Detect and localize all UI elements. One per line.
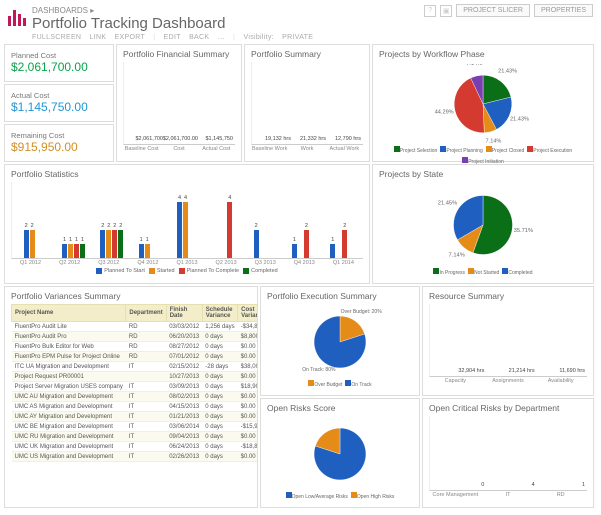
topbar: DASHBOARDS ▸ Portfolio Tracking Dashboar… xyxy=(0,0,601,36)
properties-button[interactable]: PROPERTIES xyxy=(534,4,593,17)
variances-table: Project NameDepartmentFinish DateSchedul… xyxy=(11,304,258,462)
table-row[interactable]: FluentPro Audit LiteRD03/03/20121,256 da… xyxy=(12,322,259,332)
table-row[interactable]: UMC US Migration and DevelopmentIT02/26/… xyxy=(12,452,259,462)
link-fullscreen[interactable]: FULLSCREEN xyxy=(32,34,81,41)
table-row[interactable]: Project Server Migration USES companyIT0… xyxy=(12,382,259,392)
link-back[interactable]: BACK xyxy=(189,34,209,41)
variances-title: Portfolio Variances Summary xyxy=(11,291,251,301)
link-export[interactable]: EXPORT xyxy=(115,34,145,41)
table-row[interactable]: FluentPro Audit ProRD06/20/20130 days$8,… xyxy=(12,332,259,342)
link-link[interactable]: LINK xyxy=(90,34,107,41)
card-execution: Portfolio Execution Summary Over Budget:… xyxy=(260,286,420,396)
svg-text:On Track: 80%: On Track: 80% xyxy=(302,367,336,373)
value-remaining: $915,950.00 xyxy=(11,140,107,154)
visibility-label: Visibility: xyxy=(244,34,274,41)
card-risks-score: Open Risks Score Open Low/Average RisksO… xyxy=(260,398,420,508)
financial-title: Portfolio Financial Summary xyxy=(123,49,235,59)
link-more[interactable]: … xyxy=(218,34,225,41)
table-row[interactable]: UMC RU Migration and DevelopmentIT09/04/… xyxy=(12,432,259,442)
table-row[interactable]: UMC AU Migration and DevelopmentIT08/02/… xyxy=(12,392,259,402)
svg-text:Over Budget: 20%: Over Budget: 20% xyxy=(341,309,383,315)
table-row[interactable]: ITC UA Migration and DevelopmentIT02/15/… xyxy=(12,362,259,372)
summary-title: Portfolio Summary xyxy=(251,49,363,59)
page-title: Portfolio Tracking Dashboard xyxy=(32,15,319,32)
crop-icon[interactable]: ▣ xyxy=(440,5,452,17)
card-by-state: Projects by State 35.71%7.14%21.45% In P… xyxy=(372,164,594,284)
svg-text:7.14%: 7.14% xyxy=(449,252,465,258)
table-row[interactable]: FluentPro EPM Pulse for Project OnlineRD… xyxy=(12,352,259,362)
svg-text:7.14%: 7.14% xyxy=(486,139,502,144)
visibility-value: PRIVATE xyxy=(282,34,313,41)
card-remaining-cost: Remaining Cost $915,950.00 xyxy=(4,124,114,162)
app-logo xyxy=(8,8,26,26)
table-row[interactable]: UMC UK Migration and DevelopmentIT06/24/… xyxy=(12,442,259,452)
table-row[interactable]: UMC AY Migration and DevelopmentIT01/21/… xyxy=(12,412,259,422)
svg-text:21.43%: 21.43% xyxy=(498,68,517,74)
risks-score-title: Open Risks Score xyxy=(267,403,413,413)
svg-text:44.29%: 44.29% xyxy=(435,110,454,116)
label-planned: Planned Cost xyxy=(11,51,107,60)
svg-text:21.45%: 21.45% xyxy=(438,201,457,207)
card-actual-cost: Actual Cost $1,145,750.00 xyxy=(4,84,114,122)
toolbar-links: FULLSCREEN LINK EXPORT | EDIT BACK … | V… xyxy=(32,34,319,41)
table-row[interactable]: UMC BE Migration and DevelopmentIT03/06/… xyxy=(12,422,259,432)
workflow-title: Projects by Workflow Phase xyxy=(379,49,587,59)
card-planned-cost: Planned Cost $2,061,700.00 xyxy=(4,44,114,82)
card-financial-summary: Portfolio Financial Summary $2,061,700$2… xyxy=(116,44,242,162)
label-actual: Actual Cost xyxy=(11,91,107,100)
table-row[interactable]: FluentPro Bulk Editor for WebRD08/27/201… xyxy=(12,342,259,352)
bystate-title: Projects by State xyxy=(379,169,587,179)
svg-text:7.14%: 7.14% xyxy=(466,64,482,67)
card-portfolio-summary: Portfolio Summary 19,132 hrs21,332 hrs12… xyxy=(244,44,370,162)
statistics-title: Portfolio Statistics xyxy=(11,169,363,179)
project-slicer-button[interactable]: PROJECT SLICER xyxy=(456,4,530,17)
label-remaining: Remaining Cost xyxy=(11,131,107,140)
card-workflow-phase: Projects by Workflow Phase 21.43% 21.43% 7… xyxy=(372,44,594,162)
table-row[interactable]: UMC AS Migration and DevelopmentIT04/15/… xyxy=(12,402,259,412)
card-statistics: Portfolio Statistics 2211112222114442121… xyxy=(4,164,370,284)
risks-dept-title: Open Critical Risks by Department xyxy=(429,403,587,413)
value-planned: $2,061,700.00 xyxy=(11,60,107,74)
svg-text:21.43%: 21.43% xyxy=(510,116,529,122)
value-actual: $1,145,750.00 xyxy=(11,100,107,114)
help-icon[interactable]: ? xyxy=(424,5,436,17)
execution-title: Portfolio Execution Summary xyxy=(267,291,413,301)
card-variances: Portfolio Variances Summary Project Name… xyxy=(4,286,258,508)
breadcrumb[interactable]: DASHBOARDS ▸ xyxy=(32,6,319,15)
card-risks-dept: Open Critical Risks by Department 041 Co… xyxy=(422,398,594,508)
table-row[interactable]: Project Request PR0000110/27/20130 days$… xyxy=(12,372,259,382)
card-resource: Resource Summary 32,904 hrs21,214 hrs11,… xyxy=(422,286,594,396)
link-edit[interactable]: EDIT xyxy=(164,34,181,41)
svg-text:35.71%: 35.71% xyxy=(514,228,533,234)
resource-title: Resource Summary xyxy=(429,291,587,301)
